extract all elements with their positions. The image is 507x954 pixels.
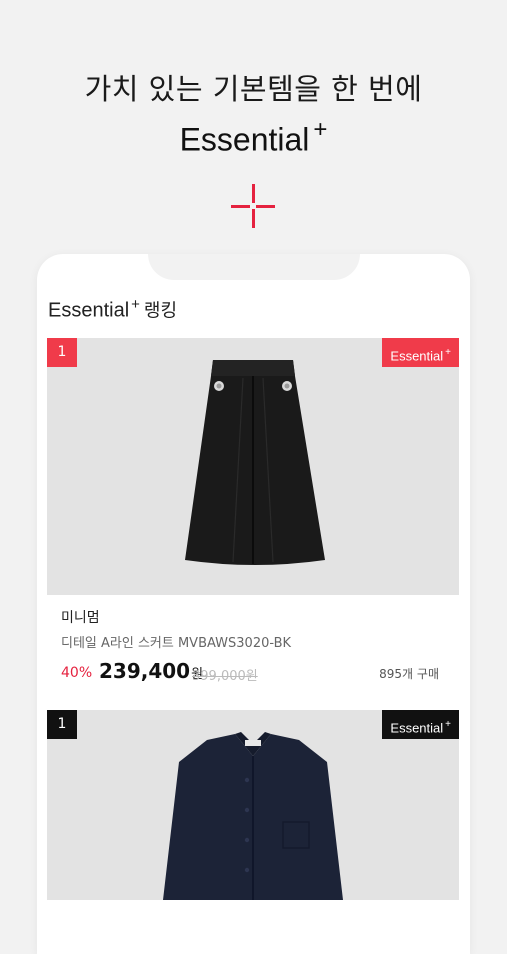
section-title-suffix: 랭킹 [143,300,178,322]
original-price: 399,000원 [192,669,258,684]
product-image[interactable]: 1 Essential + [47,710,459,900]
plus-cross-icon [231,184,275,228]
black-skirt-image [185,360,325,565]
section-title: Essential + 랭킹 [48,296,177,323]
promo-brand-text: Essential [179,121,310,158]
product-name[interactable]: 디테일 A라인 스커트 MVBAWS3020-BK [61,632,291,651]
promo-brand-title: Essential + [0,116,507,159]
essential-badge: Essential + [382,338,459,367]
product-card[interactable]: 1 Essential + [47,710,459,900]
essential-badge-label: Essential [390,348,444,364]
essential-badge: Essential + [382,710,459,739]
promo-headline: 가치 있는 기본템을 한 번에 [84,72,423,106]
essential-badge-label: Essential [390,720,444,736]
section-title-plus: + [131,296,140,313]
sale-price: 239,400원 [99,659,203,683]
phone-notch [148,254,360,280]
sale-price-value: 239,400 [99,659,191,683]
section-title-brand: Essential [48,299,130,322]
rank-badge: 1 [47,710,77,739]
promo-brand-plus: + [313,116,328,143]
essential-badge-plus: + [445,347,451,358]
rank-badge: 1 [47,338,77,367]
product-card[interactable]: 1 Essential + 미니멈 디테일 A라인 스커트 MVBAWS3020-… [47,338,459,711]
purchase-count: 895개 구매 [379,667,439,681]
essential-badge-plus: + [445,719,451,730]
product-image[interactable]: 1 Essential + [47,338,459,595]
discount-rate: 40% [61,665,93,681]
product-info[interactable]: 미니멈 디테일 A라인 스커트 MVBAWS3020-BK 40% 239,40… [47,595,459,711]
product-brand[interactable]: 미니멈 [61,607,100,627]
